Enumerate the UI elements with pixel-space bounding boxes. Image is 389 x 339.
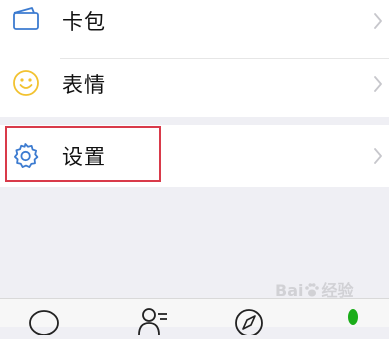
menu-item-stickers[interactable]: 表情 <box>0 58 389 116</box>
menu-item-label: 设置 <box>62 145 106 169</box>
compass-icon[interactable] <box>232 307 266 337</box>
menu-item-label: 表情 <box>62 73 106 97</box>
menu-item-label: 卡包 <box>62 10 106 34</box>
paw-icon <box>303 281 321 299</box>
gear-icon <box>12 142 40 170</box>
bottom-tab-bar <box>0 298 389 337</box>
chevron-right-icon <box>373 147 383 165</box>
chevron-right-icon <box>373 75 383 93</box>
person-icon[interactable] <box>336 307 370 335</box>
sticker-smiley-icon <box>12 69 40 97</box>
menu-item-settings[interactable]: 设置 <box>0 125 389 187</box>
menu-item-card-wallet[interactable]: 卡包 <box>0 0 389 59</box>
chat-bubble-icon[interactable] <box>27 307 61 336</box>
chevron-right-icon <box>373 12 383 30</box>
menu-group-top: 卡包 表情 <box>0 0 389 117</box>
card-wallet-icon <box>12 6 40 34</box>
menu-group-settings: 设置 <box>0 125 389 187</box>
contacts-icon[interactable] <box>136 307 170 336</box>
